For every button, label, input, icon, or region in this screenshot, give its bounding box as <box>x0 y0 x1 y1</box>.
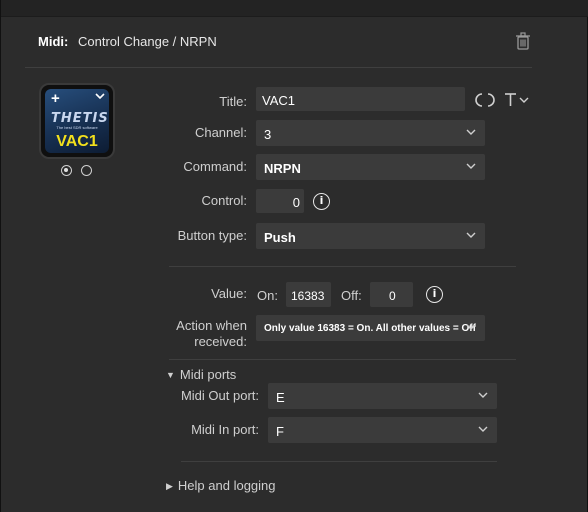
midi-out-label: Midi Out port: <box>180 388 259 403</box>
on-label: On: <box>257 288 278 303</box>
command-select[interactable]: NRPN <box>256 154 485 180</box>
help-logging-label: Help and logging <box>177 478 276 493</box>
action-label-line1: Action when <box>176 318 247 333</box>
title-value: VAC1 <box>262 93 295 108</box>
triangle-down-icon: ▼ <box>166 370 175 380</box>
info-icon[interactable]: i <box>426 286 443 303</box>
on-value: 16383 <box>291 289 325 303</box>
action-select[interactable]: Only value 16383 = On. All other values … <box>256 315 485 341</box>
control-input[interactable]: 0 <box>256 189 304 213</box>
off-label: Off: <box>341 288 362 303</box>
triangle-right-icon: ▶ <box>166 481 173 491</box>
thumbnail-label: VAC1 <box>56 133 98 150</box>
control-label: Control: <box>201 193 247 208</box>
midi-out-select[interactable]: E <box>268 383 497 409</box>
chevron-down-icon <box>466 129 476 135</box>
info-icon[interactable]: i <box>313 193 330 210</box>
midi-in-value: F <box>276 424 284 439</box>
action-value: Only value 16383 = On. All other values … <box>264 323 476 334</box>
panel-header: Midi: Control Change / NRPN <box>1 28 588 56</box>
state-radio-2[interactable] <box>81 165 92 176</box>
top-bar <box>1 0 588 17</box>
off-value: 0 <box>389 289 396 303</box>
button-type-select[interactable]: Push <box>256 223 485 249</box>
midi-ports-label: Midi ports <box>179 367 237 382</box>
action-label-line2: received: <box>194 334 247 349</box>
section-divider-2 <box>169 359 516 360</box>
refresh-icon[interactable] <box>474 92 496 108</box>
midi-out-value: E <box>276 390 285 405</box>
action-title: Control Change / NRPN <box>78 34 217 49</box>
channel-value: 3 <box>264 127 272 142</box>
chevron-down-icon <box>466 163 476 169</box>
midi-in-select[interactable]: F <box>268 417 497 443</box>
control-value: 0 <box>292 195 300 210</box>
chevron-down-icon <box>478 392 488 398</box>
button-type-label: Button type: <box>177 228 247 243</box>
channel-select[interactable]: 3 <box>256 120 485 146</box>
channel-label: Channel: <box>194 125 247 140</box>
chevron-down-icon <box>478 426 488 432</box>
off-value-input[interactable]: 0 <box>370 282 413 307</box>
chevron-down-icon <box>466 232 476 238</box>
midi-label: Midi: <box>38 34 69 49</box>
text-format-icon[interactable] <box>504 92 532 108</box>
title-input[interactable]: VAC1 <box>256 87 465 111</box>
section-divider-1 <box>169 266 516 267</box>
midi-settings-panel: Midi: Control Change / NRPN + THETIS The… <box>0 0 588 512</box>
thumbnail-logo: THETIS <box>51 111 109 126</box>
command-value: NRPN <box>264 161 301 176</box>
button-thumbnail[interactable]: + THETIS The best SDR software VAC1 <box>39 83 115 159</box>
chevron-down-icon[interactable] <box>95 92 105 100</box>
header-divider <box>25 67 532 68</box>
title-label: Title: <box>219 94 247 109</box>
section-divider-3 <box>181 461 497 462</box>
help-logging-toggle[interactable]: ▶ Help and logging <box>166 478 276 493</box>
trash-icon[interactable] <box>515 32 531 50</box>
plus-icon[interactable]: + <box>51 90 60 107</box>
midi-in-label: Midi In port: <box>191 422 259 437</box>
thumbnail-logo-sub: The best SDR software <box>56 125 98 130</box>
value-label: Value: <box>211 286 247 301</box>
thumbnail-image: + THETIS The best SDR software VAC1 <box>45 89 109 153</box>
button-type-value: Push <box>264 230 296 245</box>
on-value-input[interactable]: 16383 <box>286 282 331 307</box>
state-radio-1[interactable] <box>61 165 72 176</box>
midi-ports-toggle[interactable]: ▼ Midi ports <box>166 367 236 382</box>
command-label: Command: <box>183 159 247 174</box>
chevron-down-icon <box>466 324 476 330</box>
